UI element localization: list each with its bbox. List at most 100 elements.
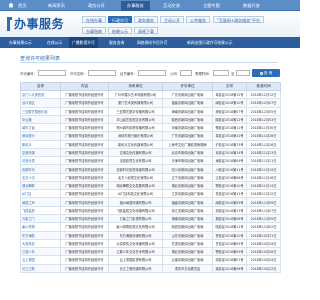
subnav-online[interactable]: 在线公示 (44, 37, 65, 48)
table-cell[interactable]: 新民乐 (20, 139, 61, 149)
table-row: 深圳旅行 广播电视节目制作经营许可 深圳市旅行娱乐有限公司 广东省新闻出版广电局 粤影证… (20, 131, 281, 141)
table-cell: 湖北省新闻出版广电局 (162, 180, 213, 191)
table-cell[interactable]: 湖北舞联 (20, 180, 61, 191)
table-cell: 豫影证2018第11号 (212, 123, 247, 133)
subnav-press-license[interactable]: 新闻出版行政许可结果公示 (184, 37, 236, 48)
home-icon[interactable] (8, 2, 14, 8)
table-cell: 福州闽语传媒有限公司 (108, 197, 163, 207)
nav-gov-open[interactable]: 政务公开 (88, 3, 105, 9)
cert-no-input[interactable] (138, 70, 166, 76)
subnav-broadcast-license[interactable]: 广播影视许可 (69, 37, 98, 48)
table-cell: 2018年11月30日 (246, 123, 281, 133)
table-cell[interactable]: AI门店 (20, 189, 61, 199)
table-cell[interactable]: 长江之歌 (20, 263, 61, 273)
nav-home[interactable]: 首页 (18, 3, 26, 9)
table-cell: 粤影证2018第12号 (212, 89, 247, 100)
date-from-input[interactable] (213, 70, 229, 76)
table-cell: 2018年11月07日 (246, 205, 281, 216)
table-row: 江城少年 广播电视节目制作经营许可 江城少年文化艺术有限公司 湖北省新闻出版广电局 鄂影… (20, 247, 281, 257)
table-cell[interactable]: 法则分类 (20, 156, 61, 166)
table-cell[interactable]: 北方人汉 (20, 172, 61, 182)
tab-downloads[interactable]: 表格下载 (134, 27, 158, 34)
col-date: 批准时间 (246, 82, 281, 91)
tab-public[interactable]: 主动公开 (160, 16, 184, 23)
table-cell[interactable]: 华山器 (20, 114, 61, 125)
tab-internet-plus[interactable]: "互联网+政务服务"平台 (213, 16, 265, 23)
tab-online[interactable]: 在线办事 (82, 16, 106, 23)
table-cell: 东方海韵传媒有限公司 (108, 230, 163, 240)
page-logo-title: 办事服务 (14, 17, 65, 31)
col-name: 名称 (20, 82, 61, 91)
logo-mark-icon (7, 17, 12, 31)
table-cell[interactable]: 江城少年 (20, 247, 61, 257)
table-cell: 北方人影视文化有限公司 (108, 172, 163, 182)
table-cell: 广播电视节目制作经营许可 (60, 222, 109, 232)
table-cell[interactable]: 云上茶园 (20, 255, 61, 265)
table-cell[interactable]: 三亚群艺群音乐部 (20, 106, 61, 116)
table-row: 北方人汉 广播电视节目制作经营许可 北方人影视文化有限公司 辽宁省新闻出版广电局 辽影证… (20, 172, 281, 182)
table-cell: 华山晨艺影视文化有限公司 (108, 114, 163, 125)
tab-public-service[interactable]: 公共服务 (186, 16, 210, 23)
table-cell[interactable]: 空港传媒 (20, 147, 61, 158)
table-cell: 广播电视节目制作经营许可 (60, 147, 109, 158)
table-cell[interactable]: 城市之窗 (20, 123, 61, 133)
table-cell: 鄂影证2018第09号 (212, 247, 247, 257)
table-cell: 沪影证2018第13号 (212, 139, 247, 149)
tab-guide[interactable]: 办事指南 (82, 27, 106, 34)
subnav-consult[interactable]: 服务咨询 (106, 37, 127, 48)
table-cell: 陕影证2018第12号 (212, 114, 247, 125)
table-cell[interactable]: 农耕时光 (20, 164, 61, 174)
date-to-input[interactable] (236, 70, 250, 76)
tab-license[interactable]: 行政许可 (108, 16, 132, 23)
table-cell: 陕西省新闻出版广电局 (162, 114, 213, 125)
table-cell[interactable]: 嘉门人大类资质 (20, 89, 61, 100)
table-cell: 2018年11月26日 (246, 139, 281, 149)
table-cell: 郑州城市影视传播有限公司 (108, 123, 163, 133)
table-cell[interactable]: 大漠风情 (20, 238, 61, 249)
nav-open-data[interactable]: 数据开放 (243, 3, 260, 9)
results-table: 名称 内容 持有单位 许可单位 文号 批准时间 嘉门人大类资质 广播电视节目制作经… (20, 82, 281, 273)
table-cell: 大漠风情文化传播有限公司 (108, 238, 163, 249)
nav-news[interactable]: 新闻资讯 (48, 3, 65, 9)
nav-services[interactable]: 办事服务 (121, 1, 150, 11)
company-input[interactable] (180, 70, 192, 76)
table-cell: 广播电视节目制作经营许可 (60, 205, 109, 216)
search-button[interactable]: 查 询 (252, 69, 280, 77)
subnav-results[interactable]: 办事结果公示 (6, 37, 35, 48)
tab-results[interactable]: 结果公示 (108, 27, 132, 34)
table-cell: 苏影证2018第12号 (212, 189, 247, 199)
table-cell: 陕西省新闻出版广电局 (162, 222, 213, 232)
table-cell: 农耕时光影视传媒有限公司 (108, 164, 163, 174)
table-cell: 广播电视节目制作经营许可 (60, 89, 109, 100)
table-cell: 2018年11月05日 (246, 213, 281, 224)
table-cell[interactable]: 闽语之声 (20, 197, 61, 207)
table-cell: 福建省新闻出版广电局 (162, 197, 213, 207)
table-cell[interactable]: 万象之门 (20, 213, 61, 224)
table-cell: 鲁影证2018第10号 (212, 230, 247, 240)
table-cell: 广播电视节目制作经营许可 (60, 172, 109, 182)
table-cell: 广播电视节目制作经营许可 (60, 139, 109, 149)
subnav-av-license[interactable]: 网络视听节目许可 (134, 37, 170, 48)
table-cell: 湖北省新闻出版广电局 (162, 247, 213, 257)
search-button-label: 查 询 (263, 71, 273, 75)
nav-interact[interactable]: 互动交流 (163, 3, 180, 9)
section-title: 查询许可结果列表 (20, 55, 278, 63)
nav-topics[interactable]: 主题专题 (203, 3, 220, 9)
license-no-input[interactable] (38, 70, 66, 76)
table-cell: 渝影证2018第08号 (212, 263, 247, 273)
table-cell[interactable]: 深圳旅行 (20, 131, 61, 141)
table-cell: 长江之歌传媒有限公司 (108, 263, 163, 273)
table-cell: 2018年10月22日 (246, 263, 281, 273)
col-issuer: 许可单位 (162, 82, 213, 91)
table-cell[interactable]: 秦川风物 (20, 222, 61, 232)
table-cell[interactable]: 飞跃星辰 (20, 205, 61, 216)
table-row: 新民乐 广播电视节目制作经营许可 新民乐文化传媒有限公司 上海市文化广播影视管理局 沪影… (20, 139, 281, 149)
license-name-input[interactable] (88, 70, 116, 76)
table-cell: 闽影证2018第09号 (212, 197, 247, 207)
tab-gov-service[interactable]: 政务服务 (134, 16, 158, 23)
table-cell[interactable]: 东方海韵 (20, 230, 61, 240)
table-cell[interactable]: 台口景区 (20, 98, 61, 108)
table-cell: 湖南省新闻出版广电局 (162, 213, 213, 224)
table-cell: 陕影证2018第11号 (212, 222, 247, 232)
table-cell: 2018年11月21日 (246, 156, 281, 166)
